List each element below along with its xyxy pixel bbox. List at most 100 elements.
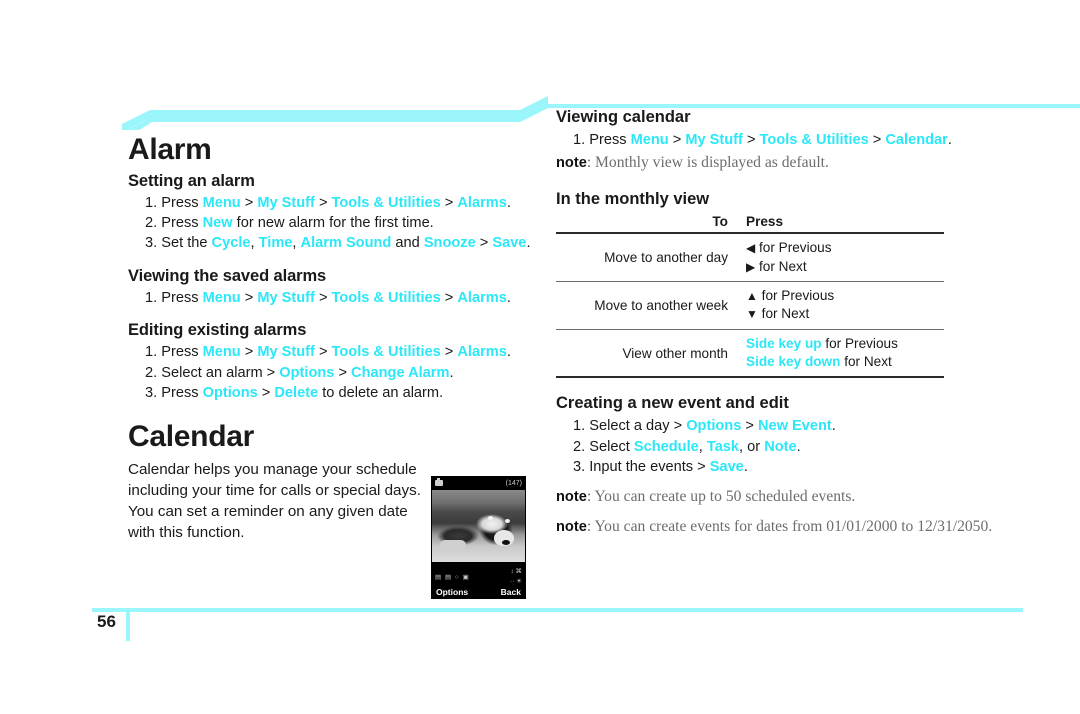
step-number: 2. xyxy=(573,438,590,455)
menu-keyword: My Stuff xyxy=(685,132,743,148)
menu-keyword: Options xyxy=(202,385,258,402)
menu-keyword: Task xyxy=(706,438,740,455)
footer-tick xyxy=(126,608,130,641)
key-table-col-press: Press xyxy=(746,214,784,230)
step-number: 1. xyxy=(145,289,162,306)
step-text: Press xyxy=(161,289,203,306)
menu-keyword: Tools & Utilities xyxy=(331,289,441,306)
menu-keyword: Tools & Utilities xyxy=(331,344,441,361)
step-text: Select an alarm > xyxy=(161,364,280,381)
step-text: Press xyxy=(161,344,203,361)
menu-keyword: My Stuff xyxy=(257,194,315,211)
step-text: . xyxy=(796,438,801,455)
husky-paw xyxy=(440,540,466,550)
step-text: > xyxy=(314,344,332,361)
step-text: for Previous xyxy=(755,240,832,256)
phone-softkey-options[interactable]: Options xyxy=(436,587,468,597)
step-text: Press xyxy=(161,214,203,231)
table-row: View other month Side key up for Previous… xyxy=(556,329,944,378)
step-text: > xyxy=(440,194,458,211)
step-text: > xyxy=(240,289,258,306)
step-text: > xyxy=(240,344,258,361)
step-text: Select a day > xyxy=(589,418,687,435)
table-cell-press: Side key up for Previous Side key down fo… xyxy=(737,329,944,377)
right-column: Viewing calendar 1. Press Menu > My Stuf… xyxy=(556,108,1026,537)
step-text: . xyxy=(506,344,511,361)
phone-photo-count: (147) xyxy=(505,480,522,487)
table-cell-press-line: ▶ for Next xyxy=(746,258,944,276)
step-item: 2. Select an alarm > Options > Change Al… xyxy=(145,363,540,383)
step-text: Select xyxy=(589,438,634,455)
menu-keyword: Cycle xyxy=(211,235,251,252)
key-table-header-row: To Press xyxy=(556,212,944,234)
menu-keyword: Calendar xyxy=(885,132,948,148)
step-text: > xyxy=(440,289,458,306)
menu-keyword: Save xyxy=(492,235,527,252)
phone-photo-husky xyxy=(432,490,525,562)
step-text: . xyxy=(831,418,836,435)
table-cell-press-line: ▼ for Next xyxy=(746,305,944,323)
step-text: . xyxy=(526,235,531,252)
step-text: , or xyxy=(739,438,765,455)
husky-eye-left xyxy=(488,516,493,520)
menu-keyword: Menu xyxy=(202,289,241,306)
step-item: 1. Select a day > Options > New Event. xyxy=(573,416,1026,436)
section-steps: 1. Press Menu > My Stuff > Tools & Utili… xyxy=(128,342,540,403)
table-cell-press-line: Side key down for Next xyxy=(746,353,944,371)
step-text: Press xyxy=(161,385,203,402)
menu-keyword: My Stuff xyxy=(257,344,315,361)
step-number: 3. xyxy=(145,385,162,402)
step-text: . xyxy=(743,459,748,476)
step-text: ▼ xyxy=(746,307,758,322)
step-text: > xyxy=(257,385,275,402)
table-cell-press: ◀ for Previous ▶ for Next xyxy=(737,233,944,281)
step-text: > xyxy=(334,364,352,381)
phone-mode-icons: ▤ ▤ ○ ▣ xyxy=(435,574,470,581)
menu-keyword: New Event xyxy=(757,418,832,435)
footer-rule xyxy=(92,608,1023,612)
step-number: 1. xyxy=(145,194,162,211)
note-colon: : xyxy=(586,154,596,172)
step-text: and xyxy=(391,235,424,252)
note-label: note xyxy=(556,155,587,172)
steps-viewing-calendar: 1. Press Menu > My Stuff > Tools & Utili… xyxy=(556,130,1026,150)
menu-keyword: Options xyxy=(279,364,335,381)
step-item: 3. Press Options > Delete to delete an a… xyxy=(145,383,540,403)
menu-keyword: Menu xyxy=(202,344,241,361)
menu-keyword: Side key down xyxy=(746,354,841,370)
step-item: 1. Press Menu > My Stuff > Tools & Utili… xyxy=(145,342,540,362)
menu-keyword: Delete xyxy=(274,385,319,402)
table-cell-press-line: ◀ for Previous xyxy=(746,239,944,257)
step-text: to delete an alarm. xyxy=(318,385,444,402)
step-item: 3. Set the Cycle, Time, Alarm Sound and … xyxy=(145,233,540,253)
note-text: You can create up to 50 scheduled events… xyxy=(594,487,856,505)
manual-page: Alarm Setting an alarm 1. Press Menu > My… xyxy=(0,0,1080,714)
phone-status-bar: (147) xyxy=(432,477,525,490)
step-text: > xyxy=(668,132,686,148)
step-text: , xyxy=(292,235,301,252)
section-heading: Viewing the saved alarms xyxy=(128,266,327,285)
phone-screenshot: (147) ▤ ▤ ○ ▣ ↕ ⌘ ·· ☀ Options Back xyxy=(431,476,526,599)
table-cell-to: Move to another day xyxy=(604,250,728,266)
page-title-alarm: Alarm xyxy=(128,133,212,166)
key-table-col-to: To xyxy=(712,214,728,230)
menu-keyword: My Stuff xyxy=(257,289,315,306)
phone-softkey-back[interactable]: Back xyxy=(501,587,521,597)
step-text: , xyxy=(698,438,707,455)
step-number: 1. xyxy=(573,418,590,435)
page-number: 56 xyxy=(97,612,116,631)
menu-keyword: Time xyxy=(258,235,293,252)
step-text: Press xyxy=(589,132,631,148)
note-monthly-default: note: Monthly view is displayed as defau… xyxy=(556,153,1026,174)
menu-keyword: Alarms xyxy=(457,194,507,211)
step-item: 1. Press Menu > My Stuff > Tools & Utili… xyxy=(573,130,1026,150)
step-text: for new alarm for the first time. xyxy=(232,214,434,231)
step-number: 2. xyxy=(145,214,162,231)
table-cell-to: Move to another week xyxy=(594,297,728,313)
key-table-head: To Press xyxy=(556,212,944,234)
step-text: . xyxy=(947,132,952,148)
step-text: . xyxy=(449,364,454,381)
step-text: > xyxy=(868,132,886,148)
step-text: . xyxy=(506,194,511,211)
step-number: 2. xyxy=(145,364,162,381)
